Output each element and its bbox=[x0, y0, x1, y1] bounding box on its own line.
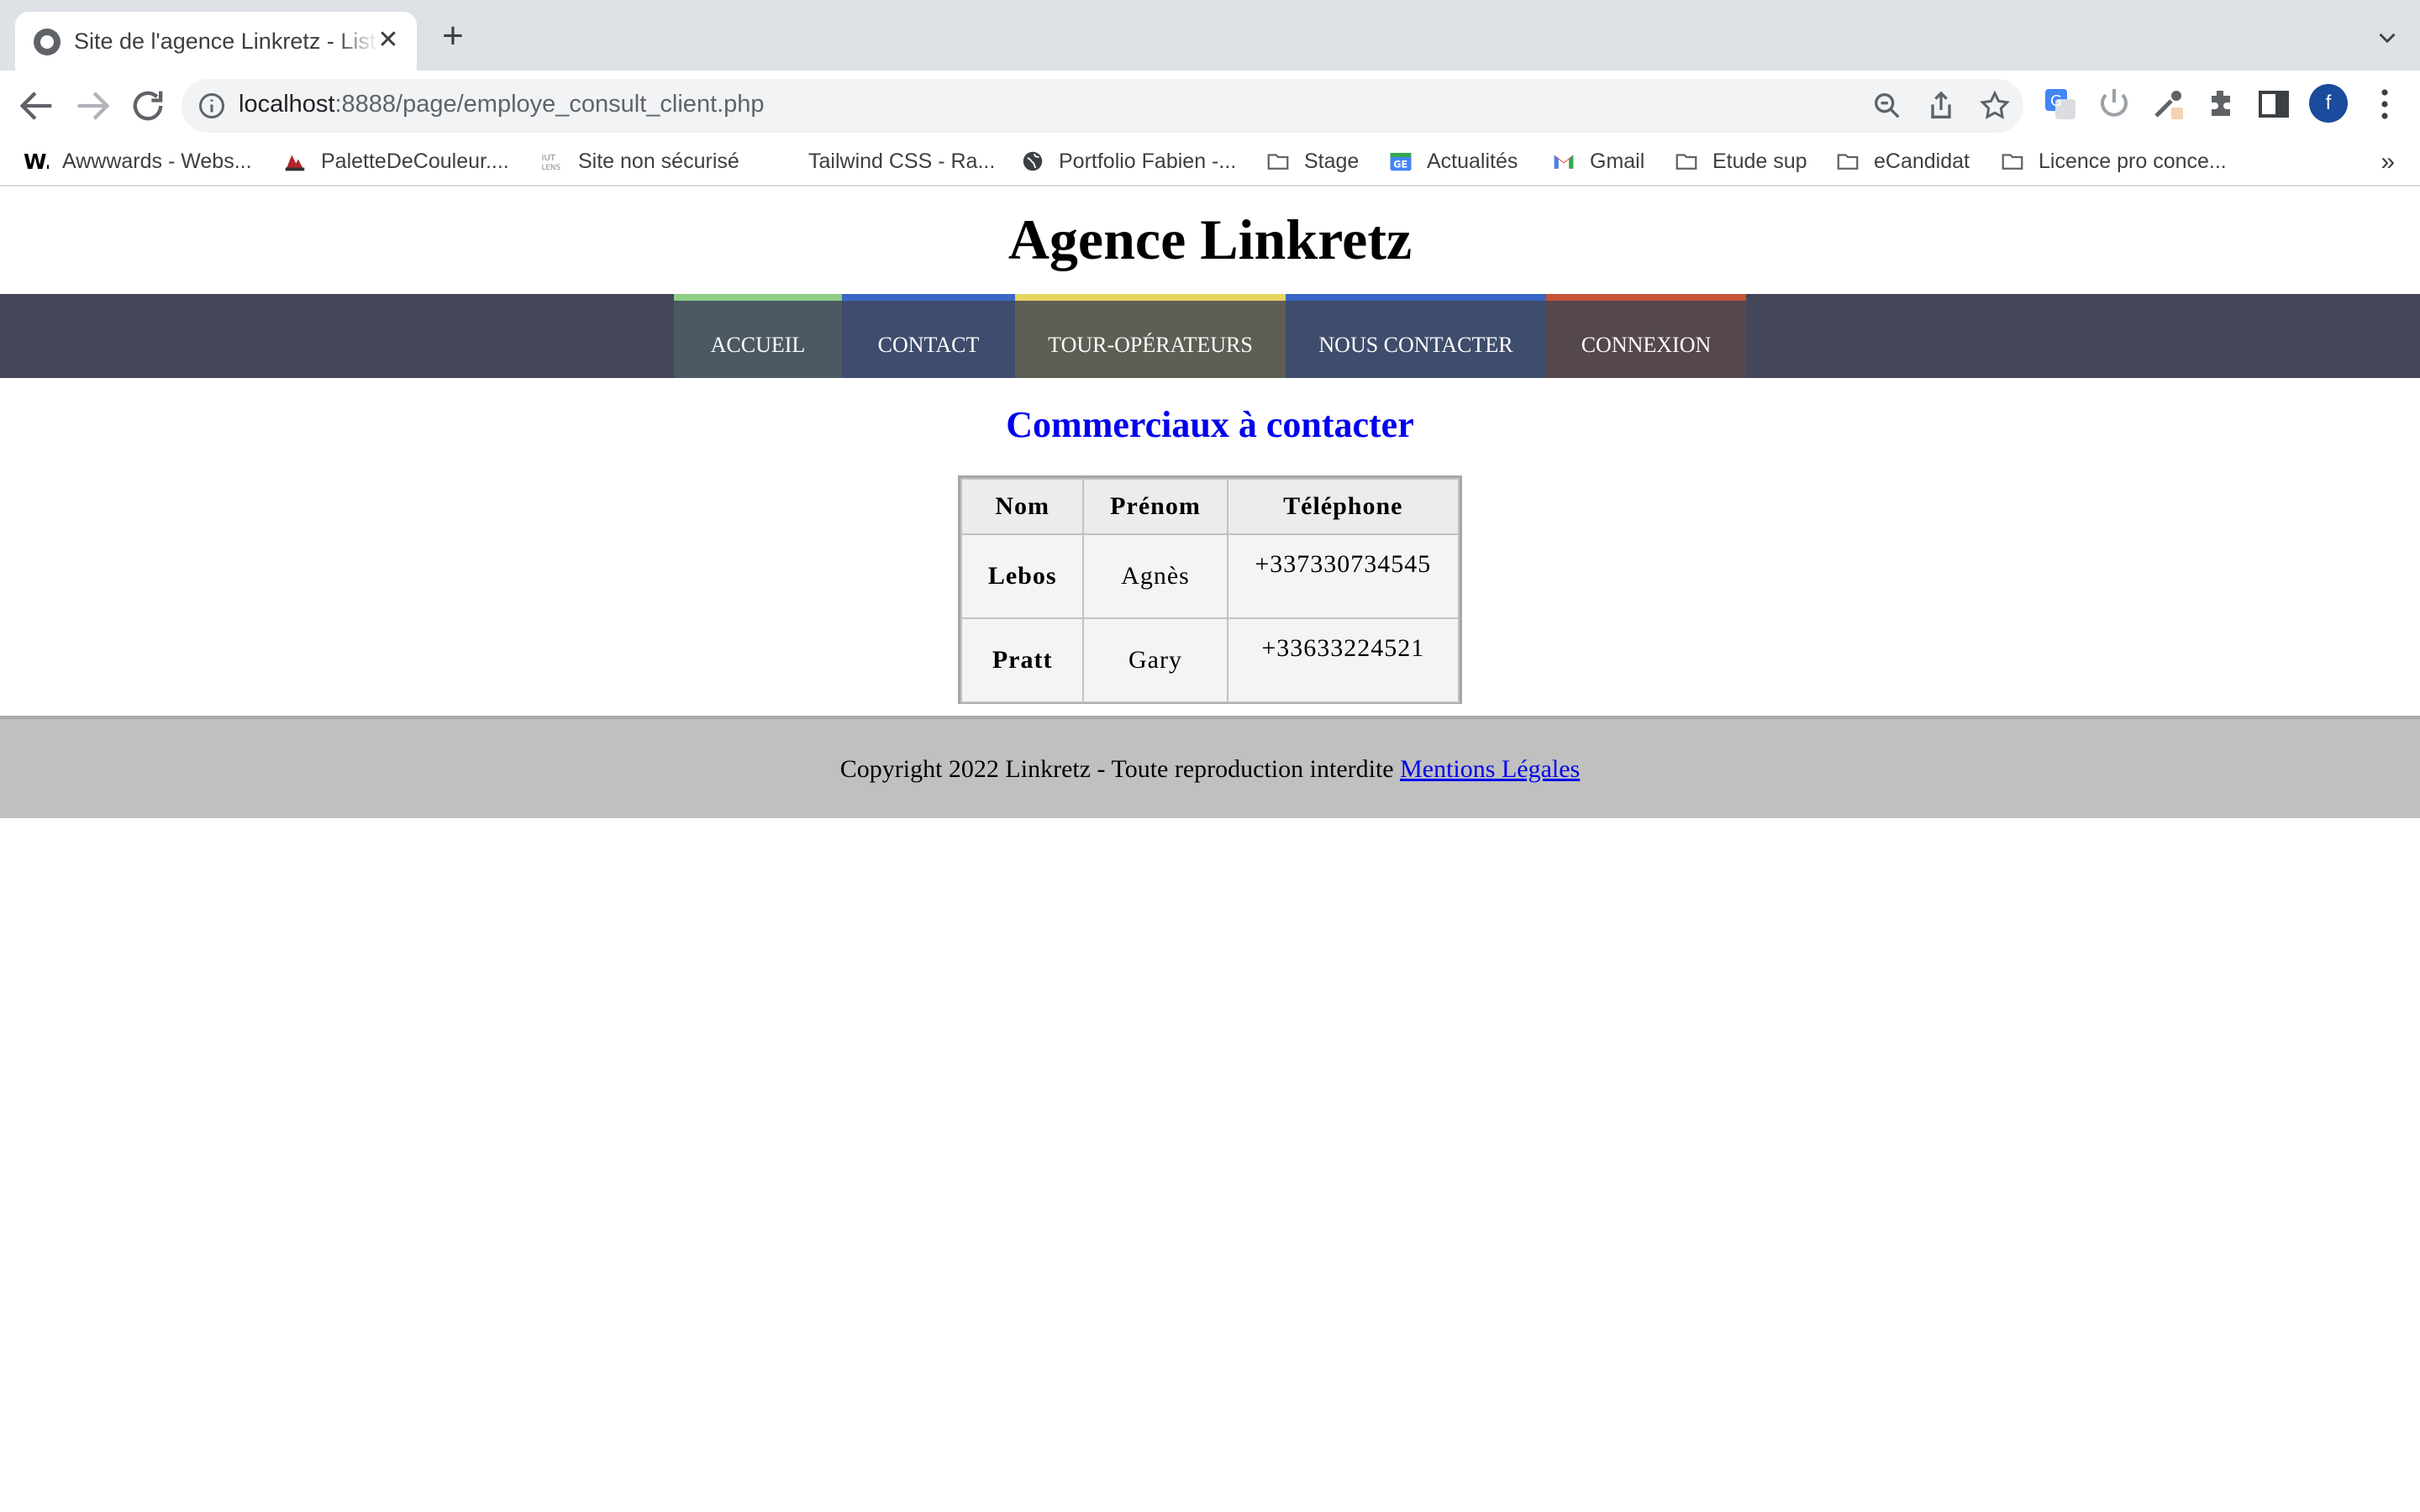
column-header-prenom: Prénom bbox=[1082, 478, 1228, 535]
cell-prenom: Gary bbox=[1082, 617, 1228, 703]
svg-text:G: G bbox=[2050, 92, 2062, 110]
bookmark-site-non-securise[interactable]: IUT LENS Site non sécurisé bbox=[539, 144, 739, 178]
column-header-nom: Nom bbox=[960, 478, 1085, 535]
bookmark-awwwards[interactable]: W. Awwwards - Webs... bbox=[24, 144, 252, 178]
table-header-row: Nom Prénom Téléphone bbox=[960, 478, 1460, 535]
cell-prenom: Agnès bbox=[1082, 533, 1228, 619]
svg-text:W.: W. bbox=[24, 150, 49, 174]
bookmark-label: Tailwind CSS - Ra... bbox=[808, 149, 996, 173]
side-panel-icon[interactable] bbox=[2254, 84, 2294, 124]
share-icon[interactable] bbox=[1924, 89, 1958, 123]
bookmark-label: eCandidat bbox=[1874, 149, 1970, 173]
main-navigation: ACCUEIL CONTACT TOUR-OPÉRATEURS NOUS CON… bbox=[0, 294, 2420, 378]
browser-tab-strip: Site de l'agence Linkretz - Liste ✕ + bbox=[0, 0, 2420, 71]
nav-accueil[interactable]: ACCUEIL bbox=[674, 294, 842, 378]
bookmark-gmail[interactable]: Gmail bbox=[1551, 144, 1644, 178]
power-extension-icon[interactable] bbox=[2094, 84, 2134, 124]
bookmark-palette[interactable]: PaletteDeCouleur.... bbox=[282, 144, 509, 178]
bookmark-label: Etude sup bbox=[1712, 149, 1807, 173]
bookmark-portfolio[interactable]: Portfolio Fabien -... bbox=[1020, 144, 1236, 178]
folder-icon bbox=[1265, 149, 1291, 174]
site-title: Agence Linkretz bbox=[1007, 207, 1413, 271]
bookmarks-bar: W. Awwwards - Webs... PaletteDeCouleur..… bbox=[0, 138, 2420, 185]
copyright-text: Copyright 2022 Linkretz - Toute reproduc… bbox=[839, 755, 1401, 783]
eyedropper-extension-icon[interactable] bbox=[2148, 84, 2188, 124]
folder-icon bbox=[1835, 149, 1860, 174]
browser-menu-icon[interactable] bbox=[2365, 84, 2405, 124]
url-path: :8888/page/employe_consult_client.php bbox=[334, 91, 765, 118]
google-translate-icon[interactable]: G bbox=[2040, 84, 2081, 124]
bookmark-label: Stage bbox=[1304, 149, 1360, 173]
globe-icon bbox=[1020, 149, 1045, 174]
bookmark-folder-etude-sup[interactable]: Etude sup bbox=[1674, 144, 1807, 178]
cell-nom: Pratt bbox=[960, 617, 1085, 703]
site-favicon-icon bbox=[34, 29, 60, 55]
cell-nom: Lebos bbox=[960, 533, 1085, 619]
folder-icon bbox=[2000, 149, 2025, 174]
bookmark-star-icon[interactable] bbox=[1978, 89, 2012, 123]
tailwind-icon bbox=[770, 149, 795, 174]
bookmark-label: Gmail bbox=[1590, 149, 1645, 173]
profile-avatar[interactable]: f bbox=[2309, 84, 2348, 123]
back-arrow-icon[interactable] bbox=[15, 84, 59, 128]
table-row: Lebos Agnès +337330734545 bbox=[960, 533, 1460, 619]
bookmark-actualites[interactable]: GE Actualités bbox=[1388, 144, 1518, 178]
bookmarks-overflow-icon[interactable]: » bbox=[2381, 148, 2395, 176]
column-header-telephone: Téléphone bbox=[1226, 478, 1460, 535]
palette-icon bbox=[282, 149, 308, 174]
nav-connexion[interactable]: CONNEXION bbox=[1546, 294, 1746, 378]
bookmark-label: Actualités bbox=[1427, 149, 1518, 173]
chrome-divider bbox=[0, 185, 2420, 186]
cell-telephone: +33633224521 bbox=[1226, 617, 1460, 703]
url-host: localhost bbox=[239, 91, 335, 118]
bookmark-label: Site non sécurisé bbox=[578, 149, 739, 173]
svg-text:LENS: LENS bbox=[542, 164, 561, 172]
url-text[interactable]: localhost:8888/page/employe_consult_clie… bbox=[239, 91, 765, 118]
site-footer: Copyright 2022 Linkretz - Toute reproduc… bbox=[0, 719, 2420, 818]
new-tab-button[interactable]: + bbox=[435, 18, 471, 55]
nav-tour-operateurs[interactable]: TOUR-OPÉRATEURS bbox=[1015, 294, 1286, 378]
gmail-icon bbox=[1551, 149, 1576, 174]
tab-title: Site de l'agence Linkretz - Liste bbox=[74, 29, 378, 55]
cell-telephone: +337330734545 bbox=[1226, 533, 1460, 619]
bookmark-label: Licence pro conce... bbox=[2039, 149, 2227, 173]
bookmark-folder-stage[interactable]: Stage bbox=[1265, 144, 1359, 178]
google-news-icon: GE bbox=[1388, 149, 1413, 174]
bookmark-folder-licence-pro[interactable]: Licence pro conce... bbox=[2000, 144, 2227, 178]
folder-icon bbox=[1674, 149, 1699, 174]
address-bar[interactable]: localhost:8888/page/employe_consult_clie… bbox=[182, 79, 2023, 133]
tab-search-chevron-icon[interactable] bbox=[2373, 24, 2402, 52]
svg-text:GE: GE bbox=[1393, 160, 1407, 171]
table-row: Pratt Gary +33633224521 bbox=[960, 617, 1460, 703]
bookmark-tailwind[interactable]: Tailwind CSS - Ra... bbox=[770, 144, 995, 178]
section-heading: Commerciaux à contacter bbox=[1006, 404, 1414, 445]
tab-close-icon[interactable]: ✕ bbox=[371, 24, 405, 57]
forward-arrow-icon[interactable] bbox=[71, 84, 114, 128]
browser-tab[interactable]: Site de l'agence Linkretz - Liste ✕ bbox=[15, 12, 417, 71]
extensions-puzzle-icon[interactable] bbox=[2202, 84, 2242, 124]
awwwards-icon: W. bbox=[24, 149, 53, 174]
site-info-icon[interactable] bbox=[197, 91, 227, 121]
bookmark-label: Portfolio Fabien -... bbox=[1059, 149, 1237, 173]
nav-nous-contacter[interactable]: NOUS CONTACTER bbox=[1286, 294, 1546, 378]
bookmark-label: Awwwards - Webs... bbox=[62, 149, 252, 173]
nav-contact[interactable]: CONTACT bbox=[842, 294, 1015, 378]
zoom-icon[interactable] bbox=[1870, 89, 1904, 123]
iut-lens-icon: IUT LENS bbox=[539, 149, 565, 174]
bookmark-label: PaletteDeCouleur.... bbox=[321, 149, 509, 173]
svg-text:IUT: IUT bbox=[542, 154, 556, 163]
mentions-legales-link[interactable]: Mentions Légales bbox=[1400, 755, 1580, 783]
reload-icon[interactable] bbox=[126, 84, 170, 128]
commercials-table: Nom Prénom Téléphone Lebos Agnès +337330… bbox=[958, 475, 1462, 704]
bookmark-folder-ecandidat[interactable]: eCandidat bbox=[1835, 144, 1970, 178]
